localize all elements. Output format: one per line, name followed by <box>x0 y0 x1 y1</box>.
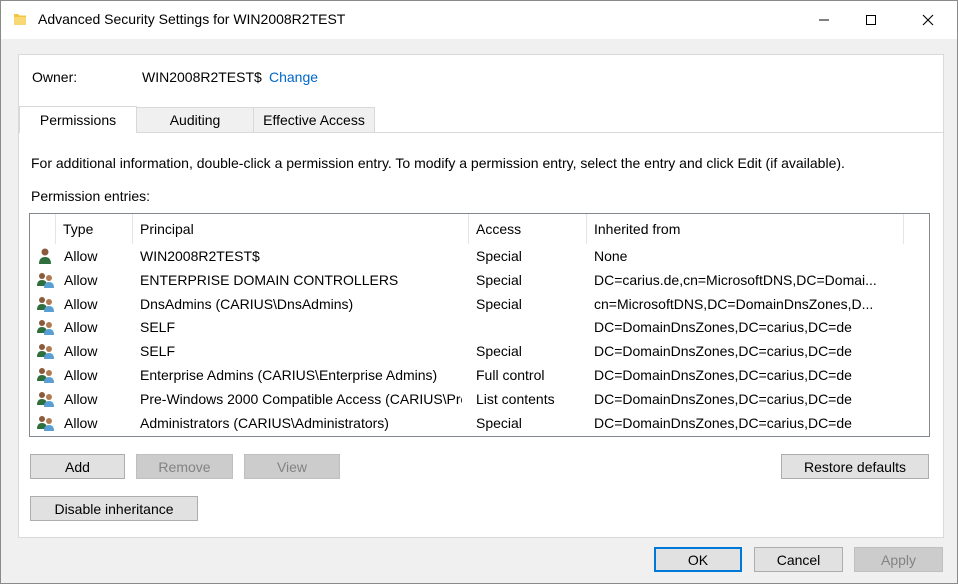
cell-inherited-from: None <box>594 248 628 264</box>
group-icon <box>37 391 54 407</box>
tab-divider <box>19 132 943 133</box>
tab-permissions[interactable]: Permissions <box>19 106 137 133</box>
maximize-icon <box>866 15 876 25</box>
cell-inherited-from: DC=DomainDnsZones,DC=carius,DC=de <box>594 343 852 360</box>
cell-type: Allow <box>64 390 98 407</box>
restore-defaults-button[interactable]: Restore defaults <box>781 454 929 479</box>
row-icon <box>36 295 56 313</box>
remove-button[interactable]: Remove <box>136 454 233 479</box>
permission-entries-list[interactable]: Type Principal Access Inherited from All… <box>29 213 930 437</box>
group-icon <box>37 344 54 360</box>
cell-type: Allow <box>64 319 98 336</box>
maximize-button[interactable] <box>848 1 894 39</box>
cell-access: Special <box>476 343 522 360</box>
close-icon <box>922 14 934 26</box>
group-icon <box>37 368 54 383</box>
column-header-access[interactable]: Access <box>469 214 587 244</box>
table-row[interactable]: Allow SELF Special DC=DomainDnsZones,DC=car… <box>30 339 929 363</box>
cell-principal: Enterprise Admins (CARIUS\Enterprise Adm… <box>140 367 438 383</box>
row-icon <box>36 366 56 384</box>
view-button[interactable]: View <box>244 454 340 479</box>
title-bar[interactable]: Advanced Security Settings for WIN2008R2… <box>1 1 957 39</box>
cell-inherited-from: cn=MicrosoftDNS,DC=DomainDnsZones,D... <box>594 295 874 312</box>
cell-access: Full control <box>476 367 545 383</box>
cell-inherited-from: DC=DomainDnsZones,DC=carius,DC=de <box>594 390 852 407</box>
table-row[interactable]: Allow Pre-Windows 2000 Compatible Access … <box>30 387 929 411</box>
column-header-inherited-from[interactable]: Inherited from <box>587 214 904 244</box>
table-row[interactable]: Allow WIN2008R2TEST$ Special None <box>30 244 929 268</box>
row-icon <box>36 390 56 408</box>
row-icon <box>36 342 56 360</box>
cell-type: Allow <box>64 367 98 383</box>
column-header-principal[interactable]: Principal <box>133 214 469 244</box>
column-header-type[interactable]: Type <box>56 214 133 244</box>
cell-type: Allow <box>64 414 98 431</box>
cell-principal: WIN2008R2TEST$ <box>140 248 260 264</box>
owner-value: WIN2008R2TEST$ <box>142 69 262 85</box>
permission-entries-label: Permission entries: <box>31 188 151 204</box>
main-panel: Owner: WIN2008R2TEST$ Change Permissions… <box>18 54 944 538</box>
table-row[interactable]: Allow Administrators (CARIUS\Administrato… <box>30 411 929 435</box>
cell-principal: SELF <box>140 343 176 360</box>
security-settings-window: Advanced Security Settings for WIN2008R2… <box>0 0 958 584</box>
cell-access: List contents <box>476 390 555 407</box>
cell-inherited-from: DC=DomainDnsZones,DC=carius,DC=de <box>594 319 852 336</box>
cell-access: Special <box>476 248 522 264</box>
cell-principal: DnsAdmins (CARIUS\DnsAdmins) <box>140 295 354 312</box>
group-icon <box>37 320 54 336</box>
cell-type: Allow <box>64 295 98 312</box>
row-icon <box>36 318 56 336</box>
table-row[interactable]: Allow Enterprise Admins (CARIUS\Enterpris… <box>30 363 929 387</box>
tab-auditing[interactable]: Auditing <box>136 107 254 132</box>
add-button[interactable]: Add <box>30 454 125 479</box>
group-icon <box>37 415 54 431</box>
table-row[interactable]: Allow ENTERPRISE DOMAIN CONTROLLERS Specia… <box>30 268 929 292</box>
cell-access: Special <box>476 295 522 312</box>
group-icon <box>37 296 54 312</box>
table-row[interactable]: Allow SELF DC=DomainDnsZones,DC=carius,DC=… <box>30 315 929 339</box>
change-owner-link[interactable]: Change <box>269 69 318 85</box>
cell-type: Allow <box>64 271 98 288</box>
cell-access <box>476 315 586 339</box>
group-icon <box>37 272 54 288</box>
cell-principal: Pre-Windows 2000 Compatible Access (CARI… <box>140 390 462 407</box>
cell-principal: Administrators (CARIUS\Administrators) <box>140 414 389 431</box>
window-title: Advanced Security Settings for WIN2008R2… <box>38 11 346 27</box>
tab-label: Auditing <box>169 112 221 128</box>
table-row[interactable]: Allow DnsAdmins (CARIUS\DnsAdmins) Special… <box>30 292 929 316</box>
folder-icon <box>14 14 26 25</box>
cell-principal: ENTERPRISE DOMAIN CONTROLLERS <box>140 271 399 288</box>
cell-type: Allow <box>64 248 98 264</box>
tab-effective-access[interactable]: Effective Access <box>253 107 375 132</box>
apply-button[interactable]: Apply <box>854 547 943 572</box>
cell-inherited-from: DC=carius.de,cn=MicrosoftDNS,DC=Domai... <box>594 271 877 288</box>
minimize-icon <box>819 19 829 21</box>
info-text: For additional information, double-click… <box>31 155 845 171</box>
owner-label: Owner: <box>32 69 78 85</box>
cell-type: Allow <box>64 343 98 360</box>
user-icon <box>39 248 51 264</box>
close-button[interactable] <box>905 1 951 39</box>
cell-principal: SELF <box>140 319 176 336</box>
ok-button[interactable]: OK <box>654 547 742 572</box>
cell-inherited-from: DC=DomainDnsZones,DC=carius,DC=de <box>594 367 852 383</box>
cell-access: Special <box>476 271 522 288</box>
row-icon <box>36 414 56 432</box>
cell-access: Special <box>476 414 522 431</box>
minimize-button[interactable] <box>801 1 847 39</box>
column-header-icon[interactable] <box>30 214 56 244</box>
disable-inheritance-button[interactable]: Disable inheritance <box>30 496 198 521</box>
tab-label: Effective Access <box>263 112 365 128</box>
row-icon <box>36 271 56 289</box>
row-icon <box>36 247 56 265</box>
cell-inherited-from: DC=DomainDnsZones,DC=carius,DC=de <box>594 414 852 431</box>
tab-label: Permissions <box>39 112 117 128</box>
cancel-button[interactable]: Cancel <box>754 547 843 572</box>
